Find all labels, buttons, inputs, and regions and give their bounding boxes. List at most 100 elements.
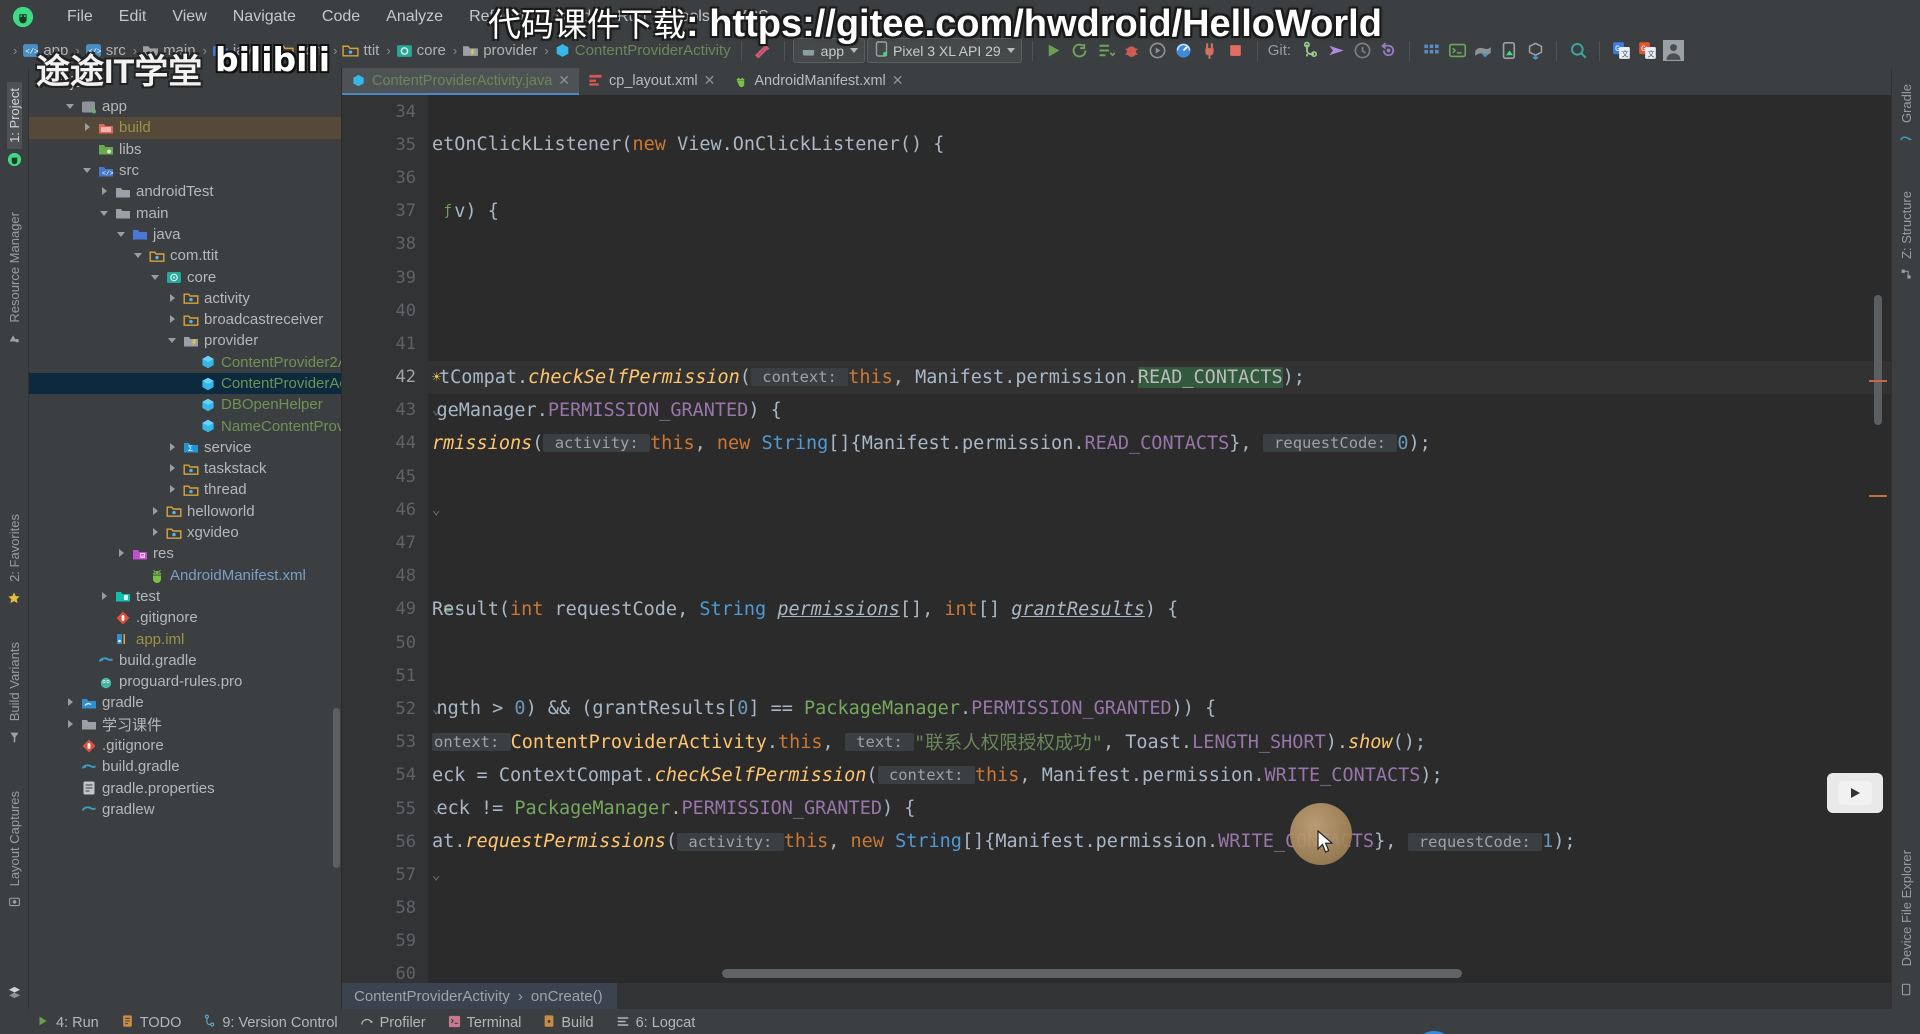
code-line[interactable] xyxy=(428,95,1891,128)
chevron-right-icon[interactable] xyxy=(168,442,179,453)
menu-item-build[interactable]: Build xyxy=(543,5,605,29)
tree-row[interactable]: .gitignore xyxy=(29,735,341,756)
tree-row[interactable]: gradle xyxy=(29,692,341,713)
code-line[interactable]: rmissions( activity: this, new String[]{… xyxy=(428,427,1891,460)
tool-terminal[interactable]: Terminal xyxy=(448,1015,521,1032)
tree-row[interactable]: java xyxy=(29,224,341,245)
chevron-right-icon[interactable] xyxy=(168,314,179,325)
menu-item-run[interactable]: Run xyxy=(604,5,659,29)
tool-version-control[interactable]: 9: Version Control xyxy=(203,1014,338,1032)
chevron-right-icon[interactable] xyxy=(100,186,111,197)
translate-youdao-icon[interactable]: G文 xyxy=(1634,38,1660,64)
tool-run[interactable]: 4: Run xyxy=(36,1014,99,1032)
account-icon[interactable] xyxy=(1660,38,1686,64)
terminal-icon[interactable] xyxy=(1444,38,1470,64)
tree-row[interactable]: gradlew xyxy=(29,799,341,820)
code-line[interactable] xyxy=(428,925,1891,958)
code-line[interactable] xyxy=(428,659,1891,692)
code-line[interactable] xyxy=(428,526,1891,559)
chevron-down-icon[interactable] xyxy=(168,335,179,346)
code-line[interactable]: ontext: ContentProviderActivity. this, te… xyxy=(428,726,1891,759)
code-line[interactable]: ⌄ ngth > 0) && (grantResults[0] == Packag… xyxy=(428,692,1891,725)
stop-icon[interactable] xyxy=(1223,38,1249,64)
git-revert-icon[interactable] xyxy=(1375,38,1401,64)
breadcrumb-item-java[interactable]: java xyxy=(233,42,261,59)
sdk-manager-icon[interactable] xyxy=(1470,38,1496,64)
code-line[interactable]: at. requestPermissions( activity: this, n… xyxy=(428,825,1891,858)
apply-changes-icon[interactable] xyxy=(1067,38,1093,64)
tool-profiler[interactable]: Profiler xyxy=(360,1014,426,1032)
tool-todo[interactable]: TODO xyxy=(121,1014,181,1032)
code-line[interactable]: Result(int requestCode, String permissio… xyxy=(428,593,1891,626)
tree-row[interactable]: Σservice xyxy=(29,437,341,458)
code-line[interactable] xyxy=(428,892,1891,925)
git-history-icon[interactable] xyxy=(1349,38,1375,64)
attach-debugger-icon[interactable] xyxy=(1197,38,1223,64)
tree-row[interactable]: build.gradle xyxy=(29,756,341,777)
tree-row[interactable]: build xyxy=(29,117,341,139)
close-icon[interactable]: ✕ xyxy=(892,72,904,89)
chevron-down-icon[interactable] xyxy=(101,79,110,85)
breadcrumb-method[interactable]: onCreate() xyxy=(531,988,603,1005)
menu-item-navigate[interactable]: Navigate xyxy=(220,5,309,29)
tab-androidmanifest-xml[interactable]: AndroidManifest.xml ✕ xyxy=(724,68,912,95)
sidebar-item-layout-captures[interactable]: Layout Captures xyxy=(7,785,22,892)
error-stripe-mark[interactable] xyxy=(1869,495,1887,497)
tab-cp-layout-xml[interactable]: cp_layout.xml ✕ xyxy=(579,68,724,95)
tree-row[interactable]: 学习课件 xyxy=(29,714,341,735)
tree-row[interactable]: proguard-rules.pro xyxy=(29,671,341,692)
run-configuration-selector[interactable]: app xyxy=(792,38,866,63)
breadcrumb-item-core[interactable]: core xyxy=(417,42,446,59)
menu-item-view[interactable]: View xyxy=(159,5,219,29)
tree-row[interactable]: androidTest xyxy=(29,181,341,202)
sidebar-item-gradle[interactable]: Gradle xyxy=(1899,78,1914,129)
breadcrumb-item-ttit[interactable]: ttit xyxy=(363,42,379,59)
code-line[interactable]: eck = ContextCompat. checkSelfPermission(… xyxy=(428,759,1891,792)
tree-row[interactable]: helloworld xyxy=(29,501,341,522)
chevron-down-icon[interactable] xyxy=(134,250,145,261)
editor-horizontal-scrollbar[interactable] xyxy=(722,969,1462,978)
tree-row[interactable]: xgvideo xyxy=(29,522,341,543)
tree-row[interactable]: broadcastreceiver xyxy=(29,309,341,330)
git-push-icon[interactable] xyxy=(1323,38,1349,64)
code-line[interactable] xyxy=(428,161,1891,194)
menu-item-edit[interactable]: Edit xyxy=(106,5,160,29)
profile-icon[interactable] xyxy=(1171,38,1197,64)
breadcrumb-item-provider[interactable]: provider xyxy=(483,42,537,59)
tree-row[interactable]: com.ttit xyxy=(29,245,341,266)
tree-row[interactable]: </> src xyxy=(29,160,341,181)
chevron-right-icon[interactable] xyxy=(83,122,94,133)
chevron-down-icon[interactable] xyxy=(100,208,111,219)
chevron-down-icon[interactable] xyxy=(117,229,128,240)
apply-code-changes-icon[interactable] xyxy=(1093,38,1119,64)
code-line[interactable]: v) { xyxy=(428,195,1891,228)
code-line[interactable] xyxy=(428,327,1891,360)
code-line[interactable] xyxy=(428,294,1891,327)
tree-row[interactable]: DBOpenHelper xyxy=(29,394,341,415)
chevron-down-icon[interactable] xyxy=(151,272,162,283)
android-studio-logo-icon[interactable] xyxy=(10,4,36,30)
tree-row[interactable]: NameContentProvider xyxy=(29,415,341,436)
layout-inspector-icon[interactable] xyxy=(1522,38,1548,64)
chevron-right-icon[interactable] xyxy=(100,591,111,602)
chevron-right-icon[interactable] xyxy=(151,506,162,517)
sidebar-item-device-file-explorer[interactable]: Device File Explorer xyxy=(1899,844,1914,972)
tree-row[interactable]: thread xyxy=(29,479,341,500)
tool-build[interactable]: Build xyxy=(543,1014,594,1032)
tree-row[interactable]: res xyxy=(29,543,341,564)
tree-row[interactable]: app xyxy=(29,96,341,117)
code-editor[interactable]: 34 35 36 37 ƒ 38 39 40 41 42 43 44 45 46 47 48 49 ≡ 50 51 52… xyxy=(342,95,1891,983)
avd-manager-icon[interactable] xyxy=(1418,38,1444,64)
tree-row[interactable]: libs xyxy=(29,139,341,160)
tree-row[interactable]: ContentProviderActivity xyxy=(29,372,341,395)
breadcrumb-item-main[interactable]: main xyxy=(163,42,196,59)
code-line[interactable]: ⌄ xyxy=(428,493,1891,526)
code-line[interactable]: ⌄ xyxy=(428,858,1891,891)
run-with-coverage-icon[interactable] xyxy=(1145,38,1171,64)
search-icon[interactable] xyxy=(1565,38,1591,64)
error-stripe-mark[interactable] xyxy=(1869,380,1887,382)
layers-icon[interactable] xyxy=(7,985,22,1003)
menu-item-vcs[interactable]: VCS xyxy=(723,5,782,29)
breadcrumb-item-com[interactable]: com xyxy=(298,42,326,59)
project-scrollbar-thumb[interactable] xyxy=(333,708,340,868)
